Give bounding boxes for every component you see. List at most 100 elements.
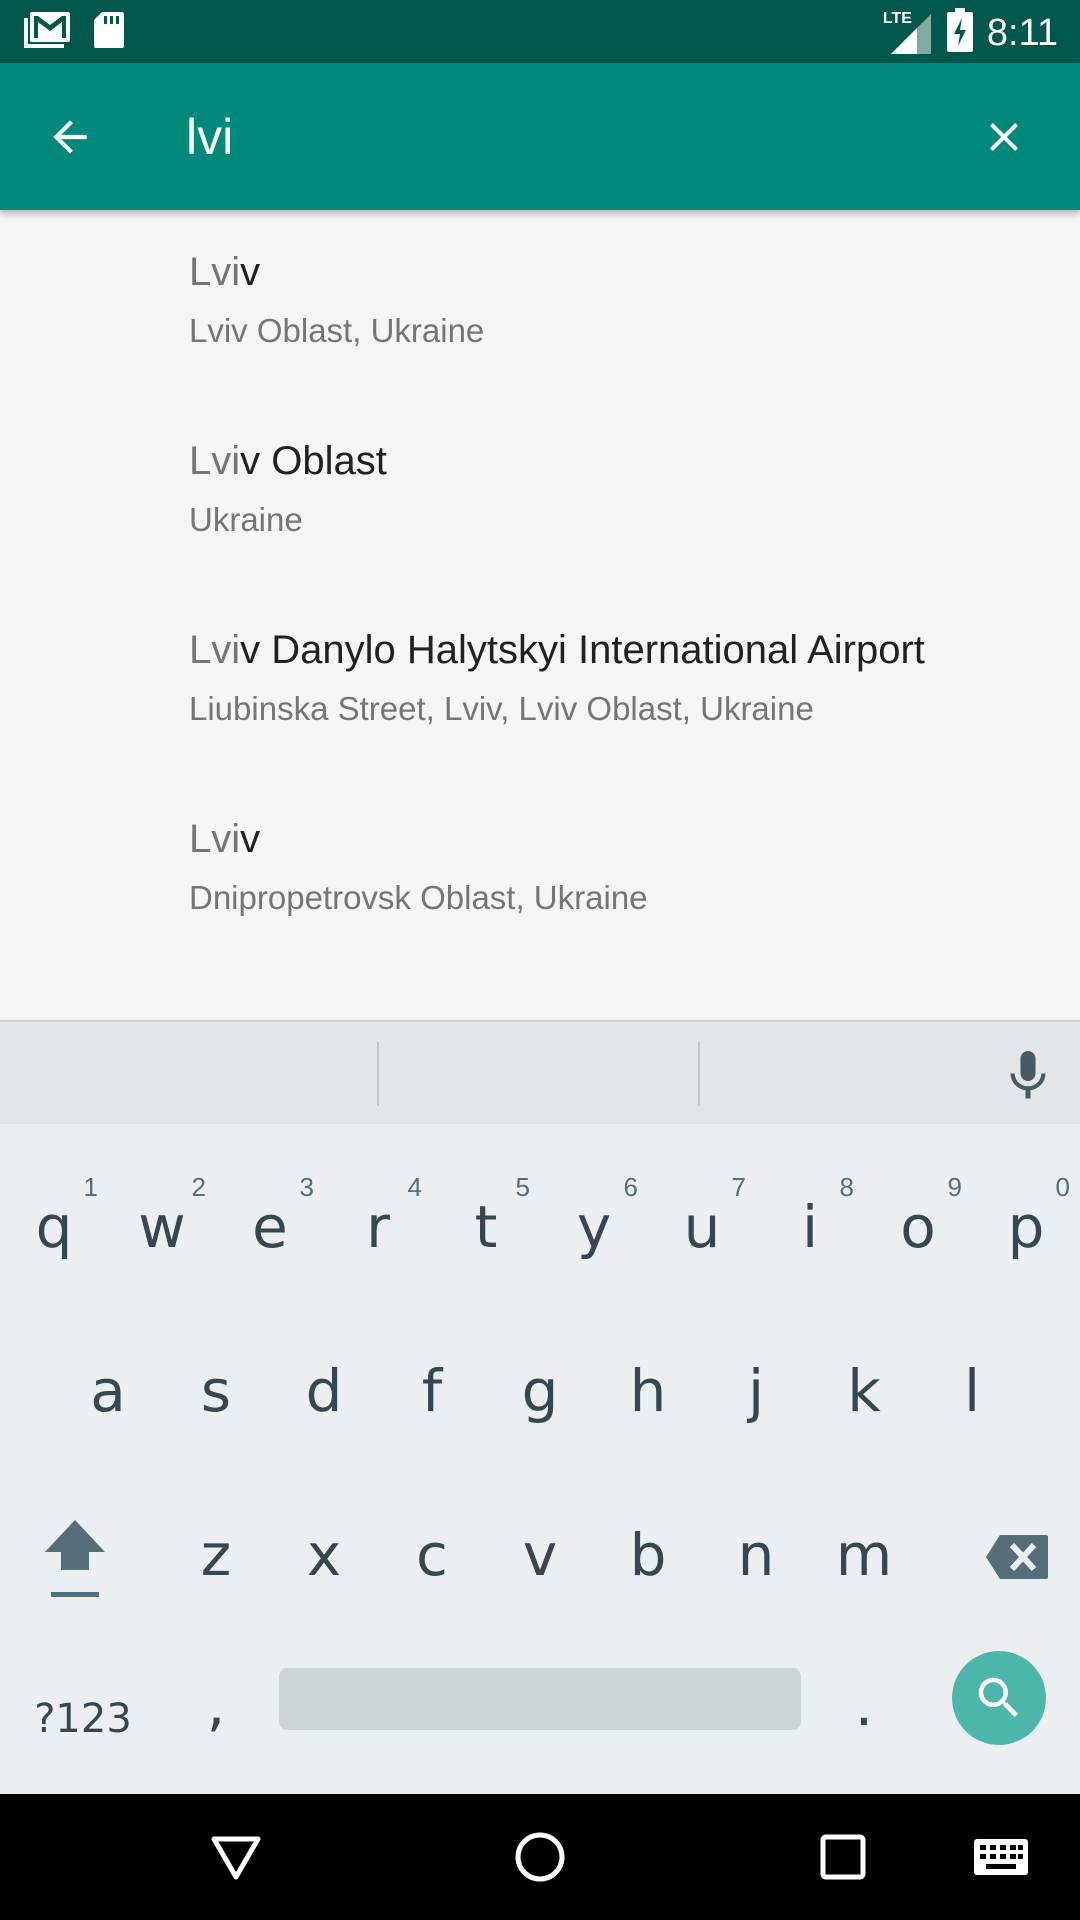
navigation-bar <box>0 1794 1080 1920</box>
key-x[interactable]: x <box>270 1490 378 1620</box>
key-label: w <box>138 1193 186 1261</box>
back-triangle-icon <box>211 1836 261 1880</box>
back-button[interactable] <box>40 107 100 167</box>
result-subtitle: Dnipropetrovsk Oblast, Ukraine <box>189 879 648 916</box>
backspace-key[interactable] <box>954 1492 1080 1622</box>
network-type-label: LTE <box>882 9 912 27</box>
key-hint-number: 9 <box>947 1172 962 1202</box>
close-icon <box>990 123 1018 151</box>
result-title: Lviv Danylo Halytskyi International Airp… <box>189 628 925 673</box>
search-input[interactable] <box>186 99 946 175</box>
gmail-icon <box>24 10 72 55</box>
key-w[interactable]: w2 <box>108 1162 216 1292</box>
search-result-item[interactable]: Lviv Oblast Ukraine <box>0 399 1080 588</box>
sd-card-icon <box>92 10 126 55</box>
key-label: i <box>801 1193 819 1261</box>
key-s[interactable]: s <box>162 1326 270 1456</box>
result-rest-text: v <box>240 250 261 294</box>
key-hint-number: 0 <box>1055 1172 1070 1202</box>
key-hint-number: 6 <box>623 1172 638 1202</box>
key-label: o <box>900 1193 936 1261</box>
key-label: u <box>683 1193 721 1261</box>
key-hint-number: 3 <box>299 1172 314 1202</box>
key-i[interactable]: i8 <box>756 1162 864 1292</box>
mic-icon <box>1010 1051 1046 1099</box>
key-y[interactable]: y6 <box>540 1162 648 1292</box>
key-a[interactable]: a <box>54 1326 162 1456</box>
key-j[interactable]: j <box>702 1326 810 1456</box>
result-title: Lviv Oblast <box>189 439 387 484</box>
lte-signal-icon: LTE <box>883 10 933 56</box>
symbols-key[interactable]: ?123 <box>18 1654 148 1784</box>
arrow-back-icon <box>53 120 87 154</box>
space-key[interactable] <box>279 1668 801 1730</box>
key-t[interactable]: t5 <box>432 1162 540 1292</box>
keyboard-switch-button[interactable] <box>966 1822 1036 1892</box>
key-z[interactable]: z <box>162 1490 270 1620</box>
nav-back-button[interactable] <box>201 1822 271 1892</box>
shift-icon <box>45 1520 105 1597</box>
result-subtitle: Lviv Oblast, Ukraine <box>189 312 485 349</box>
key-q[interactable]: q1 <box>0 1162 108 1292</box>
period-key[interactable]: . <box>810 1640 918 1770</box>
key-c[interactable]: c <box>378 1490 486 1620</box>
key-hint-number: 2 <box>191 1172 206 1202</box>
clock: 8:11 <box>986 11 1058 54</box>
search-action-key[interactable] <box>952 1651 1046 1745</box>
keyboard-switch-icon <box>974 1839 1028 1875</box>
search-result-item[interactable]: Lviv Lviv Oblast, Ukraine <box>0 210 1080 399</box>
search-result-item[interactable]: Lviv Dnipropetrovsk Oblast, Ukraine <box>0 777 1080 966</box>
search-results-list: Lviv Lviv Oblast, Ukraine Lviv Oblast Uk… <box>0 210 1080 1020</box>
key-g[interactable]: g <box>486 1326 594 1456</box>
result-rest-text: v <box>240 817 261 861</box>
key-d[interactable]: d <box>270 1326 378 1456</box>
result-match-text: Lvi <box>189 628 241 672</box>
key-e[interactable]: e3 <box>216 1162 324 1292</box>
search-icon <box>978 1677 1019 1718</box>
key-label: q <box>35 1193 73 1261</box>
key-p[interactable]: p0 <box>972 1162 1080 1292</box>
key-k[interactable]: k <box>810 1326 918 1456</box>
key-hint-number: 7 <box>731 1172 746 1202</box>
key-label: y <box>576 1193 612 1261</box>
key-o[interactable]: o9 <box>864 1162 972 1292</box>
search-result-item[interactable]: Lviv Danylo Halytskyi International Airp… <box>0 588 1080 777</box>
key-h[interactable]: h <box>594 1326 702 1456</box>
comma-key[interactable]: , <box>162 1640 270 1770</box>
key-label: t <box>474 1193 498 1261</box>
result-title: Lviv <box>189 817 260 862</box>
key-f[interactable]: f <box>378 1326 486 1456</box>
soft-keyboard: q1w2e3r4t5y6u7i8o9p0 asdfghjkl zxcvbnm ?… <box>0 1020 1080 1794</box>
search-app-bar <box>0 63 1080 210</box>
suggestion-strip <box>0 1020 1080 1124</box>
key-label: p <box>1007 1193 1045 1261</box>
key-u[interactable]: u7 <box>648 1162 756 1292</box>
key-m[interactable]: m <box>810 1490 918 1620</box>
result-rest-text: v Danylo Halytskyi International Airport <box>240 628 925 672</box>
key-b[interactable]: b <box>594 1490 702 1620</box>
key-n[interactable]: n <box>702 1490 810 1620</box>
battery-charging-icon <box>946 8 973 57</box>
notification-icons <box>24 10 126 55</box>
nav-home-button[interactable] <box>505 1822 575 1892</box>
status-bar: LTE 8:11 <box>0 0 1080 63</box>
system-status-icons: LTE 8:11 <box>883 8 1058 57</box>
key-label: e <box>252 1193 288 1261</box>
home-circle-icon <box>515 1832 565 1882</box>
recents-square-icon <box>820 1834 866 1880</box>
key-v[interactable]: v <box>486 1490 594 1620</box>
nav-recents-button[interactable] <box>808 1822 878 1892</box>
result-subtitle: Ukraine <box>189 501 303 538</box>
key-label: r <box>366 1193 390 1261</box>
key-r[interactable]: r4 <box>324 1162 432 1292</box>
result-match-text: Lvi <box>189 439 241 483</box>
key-hint-number: 4 <box>407 1172 422 1202</box>
suggestion-divider <box>698 1042 700 1106</box>
key-l[interactable]: l <box>918 1326 1026 1456</box>
voice-input-button[interactable] <box>998 1046 1058 1106</box>
shift-key[interactable] <box>0 1492 150 1622</box>
key-hint-number: 1 <box>83 1172 98 1202</box>
backspace-icon <box>986 1535 1048 1579</box>
suggestion-divider <box>377 1042 379 1106</box>
clear-search-button[interactable] <box>974 107 1034 167</box>
